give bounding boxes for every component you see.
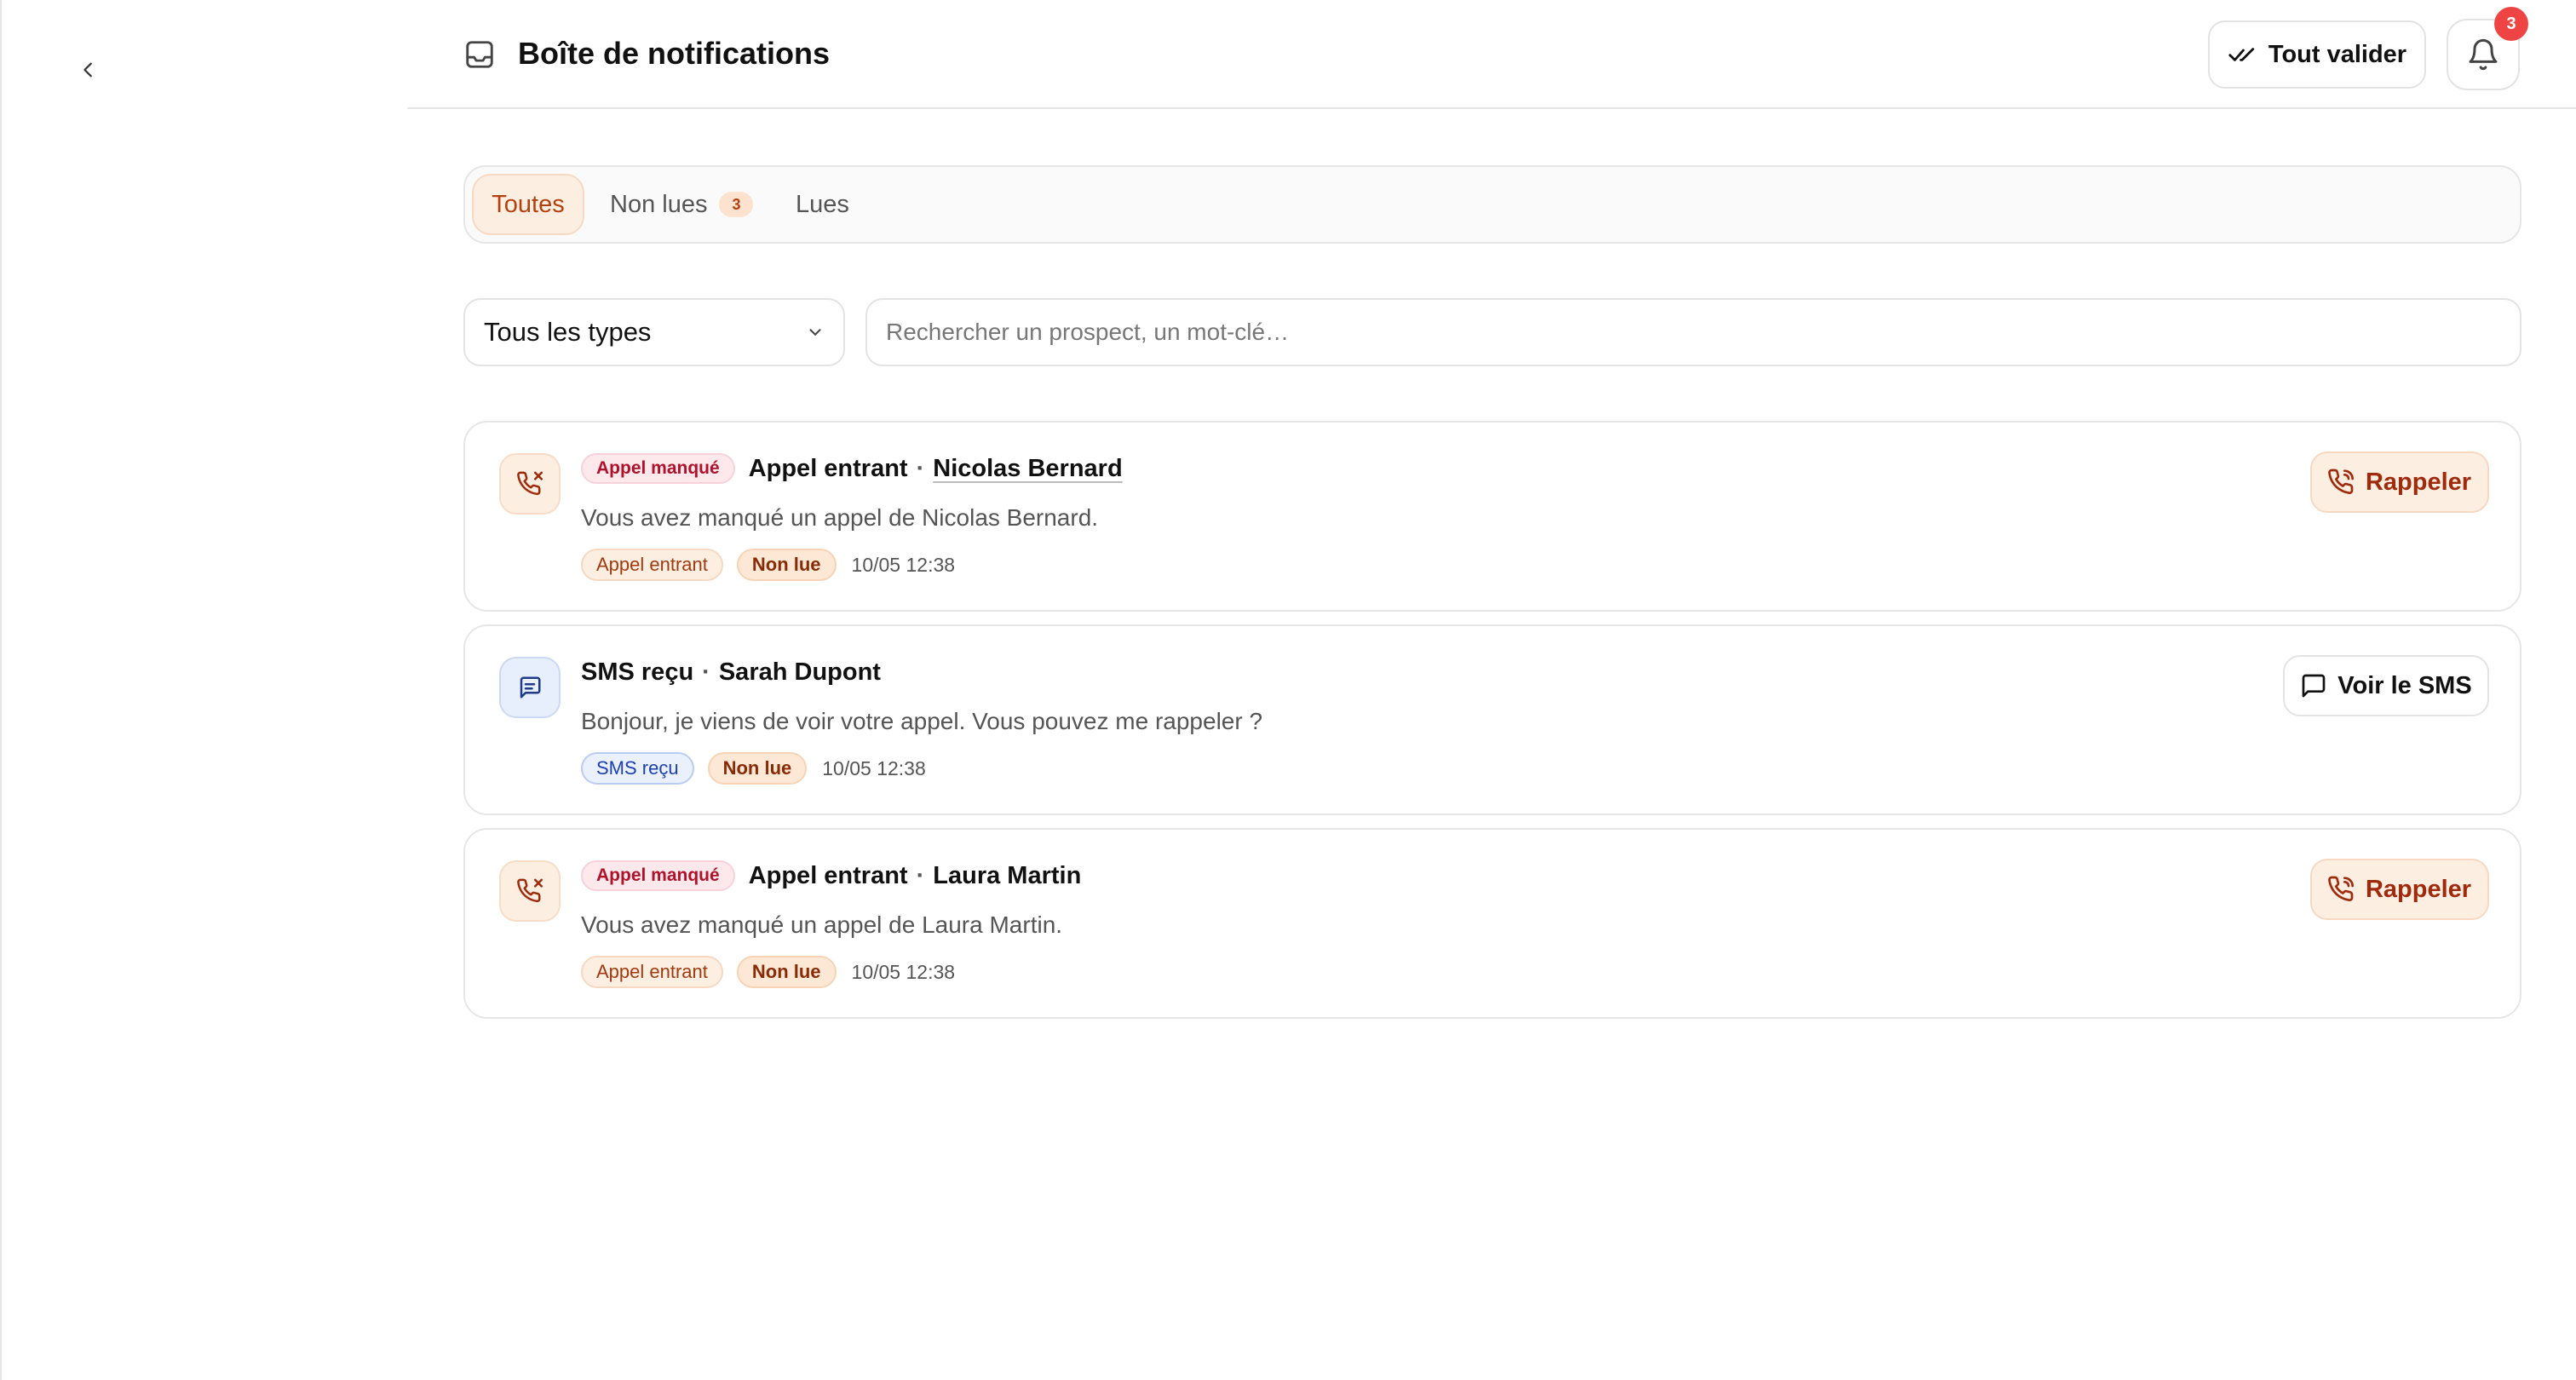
notification-description: Vous avez manqué un appel de Nicolas Ber… <box>581 504 1099 531</box>
notification-time: 10/05 12:38 <box>851 553 956 576</box>
prospect-link[interactable]: Nicolas Bernard <box>933 455 1122 483</box>
bell-unread-badge: 3 <box>2494 7 2528 41</box>
validate-all-label: Tout valider <box>2268 40 2407 68</box>
prospect-name: Sarah Dupont <box>718 658 881 686</box>
notification-type-icon <box>499 453 561 515</box>
prospect-name: Laura Martin <box>933 861 1082 889</box>
callback-button[interactable]: Rappeler <box>2310 451 2489 513</box>
inbox-icon <box>466 41 493 68</box>
notification-description: Bonjour, je viens de voir votre appel. V… <box>581 708 1263 734</box>
type-chip: Appel entrant <box>581 549 723 581</box>
tab-unread-label: Non lues <box>610 190 708 218</box>
notification-card: Appel manqué Appel entrant · Laura Marti… <box>463 828 2521 1019</box>
filter-tabs: Toutes Non lues 3 Lues <box>463 165 2521 244</box>
message-square-icon <box>520 676 541 699</box>
type-chip: Appel entrant <box>581 956 723 988</box>
chevron-down-icon <box>809 329 821 336</box>
phone-missed-icon <box>517 878 543 903</box>
callback-label: Rappeler <box>2365 875 2472 903</box>
missed-call-tag: Appel manqué <box>581 453 735 484</box>
bell-icon <box>2469 38 2498 71</box>
tab-unread[interactable]: Non lues 3 <box>610 174 754 235</box>
tab-read[interactable]: Lues <box>796 174 849 235</box>
back-button[interactable] <box>72 53 106 87</box>
type-chip: SMS reçu <box>581 752 694 785</box>
type-filter-value: Tous les types <box>484 317 652 347</box>
callback-label: Rappeler <box>2365 468 2472 496</box>
unread-chip: Non lue <box>736 956 837 988</box>
chevron-left-icon <box>83 62 92 78</box>
type-filter-select[interactable]: Tous les types <box>463 298 845 366</box>
validate-all-button[interactable]: Tout valider <box>2208 20 2426 89</box>
view-sms-button[interactable]: Voir le SMS <box>2283 655 2489 716</box>
notification-meta: Appel entrant Non lue 10/05 12:38 <box>581 956 955 988</box>
tab-all[interactable]: Toutes <box>472 174 584 235</box>
notification-description: Vous avez manqué un appel de Laura Marti… <box>581 911 1063 938</box>
tab-unread-count: 3 <box>719 192 754 217</box>
notification-card: SMS reçu · Sarah Dupont Bonjour, je vien… <box>463 624 2521 815</box>
tab-read-label: Lues <box>796 190 849 218</box>
notification-type-icon <box>499 657 561 718</box>
notification-meta: SMS reçu Non lue 10/05 12:38 <box>581 752 926 785</box>
notification-time: 10/05 12:38 <box>851 960 956 983</box>
notification-title: Appel entrant <box>748 861 908 889</box>
notification-header: Appel manqué Appel entrant · Laura Marti… <box>581 859 1081 893</box>
notification-title: SMS reçu <box>581 658 694 686</box>
title-separator: · <box>916 454 925 482</box>
tab-all-label: Toutes <box>492 190 565 218</box>
message-icon <box>2302 674 2326 698</box>
phone-callback-icon <box>2328 876 2354 901</box>
notification-card: Appel manqué Appel entrant · Nicolas Ber… <box>463 421 2521 612</box>
search-input[interactable] <box>865 298 2521 366</box>
notification-header: Appel manqué Appel entrant · Nicolas Ber… <box>581 451 1123 486</box>
notification-meta: Appel entrant Non lue 10/05 12:38 <box>581 549 955 581</box>
unread-chip: Non lue <box>736 549 837 581</box>
notification-type-icon <box>499 860 561 922</box>
notification-title: Appel entrant <box>748 454 908 482</box>
page-header: Boîte de notifications Tout valider 3 <box>407 0 2576 109</box>
page-title: Boîte de notifications <box>518 36 831 71</box>
title-separator: · <box>916 861 925 889</box>
double-check-icon <box>2228 48 2255 61</box>
notification-time: 10/05 12:38 <box>822 756 926 779</box>
sidebar-divider <box>0 0 2 1380</box>
title-separator: · <box>702 658 710 686</box>
notification-header: SMS reçu · Sarah Dupont <box>581 655 881 689</box>
unread-chip: Non lue <box>707 752 808 785</box>
callback-button[interactable]: Rappeler <box>2310 859 2489 920</box>
phone-callback-icon <box>2328 469 2354 494</box>
missed-call-tag: Appel manqué <box>581 860 735 891</box>
phone-missed-icon <box>517 471 543 496</box>
view-sms-label: Voir le SMS <box>2337 671 2472 699</box>
